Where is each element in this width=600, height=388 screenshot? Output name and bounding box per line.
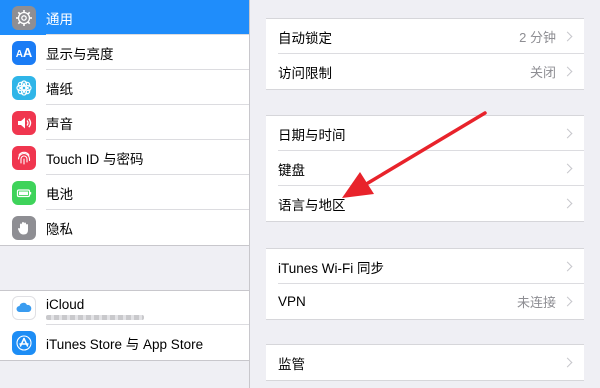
settings-group-network: iTunes Wi-Fi 同步 VPN 未连接	[266, 248, 584, 320]
sidebar-item-label: iTunes Store 与 App Store	[46, 336, 204, 352]
sidebar-item-wallpaper[interactable]: 墙纸	[0, 70, 249, 105]
row-label: iTunes Wi-Fi 同步	[278, 260, 385, 276]
row-value: 未连接	[516, 295, 556, 310]
sidebar-item-label: 隐私	[46, 221, 73, 237]
sidebar-item-label: iCloud	[46, 296, 85, 312]
row-label: 语言与地区	[278, 197, 346, 213]
sidebar-item-label: 声音	[46, 116, 73, 132]
battery-icon	[12, 180, 36, 205]
row-label: 访问限制	[278, 65, 332, 81]
settings-group-lock: 自动锁定 2 分钟 访问限制 关闭	[266, 18, 584, 90]
sidebar-item-privacy[interactable]: 隐私	[0, 210, 249, 245]
row-label: 自动锁定	[278, 30, 332, 46]
row-value: 关闭	[529, 65, 556, 80]
chevron-right-icon	[562, 357, 573, 368]
gear-icon	[12, 5, 36, 30]
chevron-right-icon	[562, 261, 573, 272]
row-label: 监管	[278, 356, 305, 372]
sidebar-item-icloud[interactable]: iCloud	[0, 291, 249, 325]
settings-group-locale: 日期与时间 键盘 语言与地区	[266, 115, 584, 222]
chevron-right-icon	[562, 163, 573, 174]
sidebar-item-label: Touch ID 与密码	[46, 151, 144, 167]
general-settings-panel: 自动锁定 2 分钟 访问限制 关闭 日期与时间 键盘 语言与地区 iTunes …	[250, 0, 600, 388]
settings-group-supervision: 监管	[266, 344, 584, 381]
sidebar-item-label: 电池	[46, 186, 73, 202]
text-size-icon: AA	[12, 40, 36, 65]
row-label: VPN	[278, 294, 306, 309]
chevron-right-icon	[562, 128, 573, 139]
icloud-icon	[12, 296, 36, 320]
sidebar-item-sounds[interactable]: 声音	[0, 105, 249, 140]
sidebar-item-general[interactable]: 通用	[0, 0, 249, 35]
settings-sidebar: 通用 AA 显示与亮度 墙纸 声音 Touch ID 与密码 电池 隐私 iCl…	[0, 0, 249, 388]
sidebar-accounts-group: iCloud iTunes Store 与 App Store	[0, 290, 249, 361]
restrictions-row[interactable]: 访问限制 关闭	[266, 54, 584, 89]
sidebar-settings-group: 通用 AA 显示与亮度 墙纸 声音 Touch ID 与密码 电池 隐私	[0, 0, 249, 246]
chevron-right-icon	[562, 296, 573, 307]
chevron-right-icon	[562, 198, 573, 209]
itunes-wifi-sync-row[interactable]: iTunes Wi-Fi 同步	[266, 249, 584, 284]
sidebar-item-app-store[interactable]: iTunes Store 与 App Store	[0, 325, 249, 360]
hand-icon	[12, 215, 36, 240]
sidebar-item-label: 通用	[46, 11, 73, 27]
row-value: 2 分钟	[519, 30, 556, 45]
keyboard-row[interactable]: 键盘	[266, 151, 584, 186]
sidebar-item-display[interactable]: AA 显示与亮度	[0, 35, 249, 70]
fingerprint-icon	[12, 145, 36, 170]
row-label: 日期与时间	[278, 127, 346, 143]
date-time-row[interactable]: 日期与时间	[266, 116, 584, 151]
chevron-right-icon	[562, 31, 573, 42]
language-region-row[interactable]: 语言与地区	[266, 186, 584, 221]
sidebar-item-battery[interactable]: 电池	[0, 175, 249, 210]
supervision-row[interactable]: 监管	[266, 345, 584, 380]
vpn-row[interactable]: VPN 未连接	[266, 284, 584, 319]
sidebar-item-label: 显示与亮度	[46, 46, 114, 62]
row-label: 键盘	[278, 162, 305, 178]
speaker-icon	[12, 110, 36, 135]
chevron-right-icon	[562, 66, 573, 77]
sidebar-item-touchid[interactable]: Touch ID 与密码	[0, 140, 249, 175]
wallpaper-flower-icon	[12, 75, 36, 100]
app-store-icon	[12, 330, 36, 355]
sidebar-item-label: 墙纸	[46, 81, 73, 97]
account-email-redacted	[46, 314, 144, 320]
auto-lock-row[interactable]: 自动锁定 2 分钟	[266, 19, 584, 54]
